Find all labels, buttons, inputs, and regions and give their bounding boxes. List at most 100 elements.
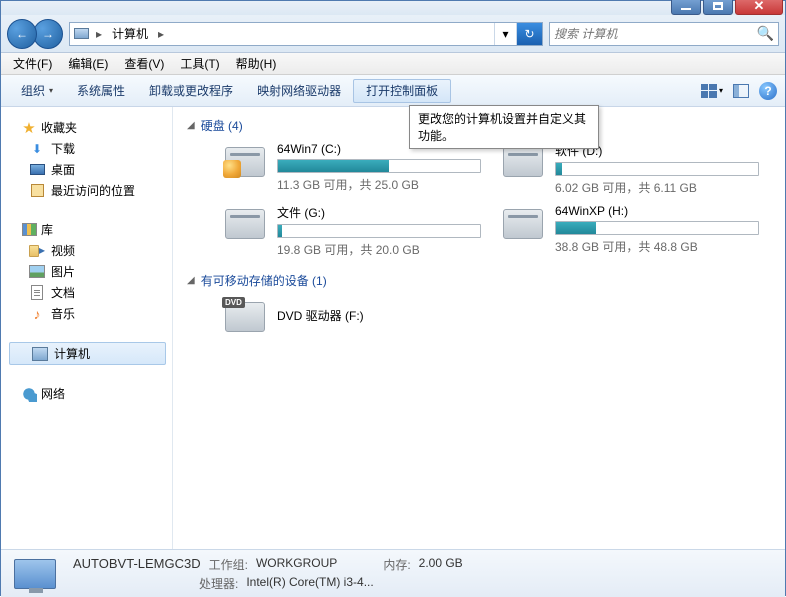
refresh-button[interactable]: ↻ [516, 23, 542, 45]
maximize-icon [713, 2, 723, 10]
tool-uninstall[interactable]: 卸载或更改程序 [137, 79, 245, 103]
removable-container: DVD 驱动器 (F:) [223, 297, 771, 337]
navigation-row: ← → ▸ 计算机 ▸ ▾ ↻ 🔍 [1, 15, 785, 53]
tool-controlpanel[interactable]: 打开控制面板 [353, 79, 451, 103]
menu-bar: 文件(F) 编辑(E) 查看(V) 工具(T) 帮助(H) [1, 53, 785, 75]
desktop-icon [29, 162, 45, 178]
drive-info: 64WinXP (H:) 38.8 GB 可用，共 48.8 GB [555, 204, 759, 258]
back-arrow-icon: ← [16, 27, 28, 41]
drive-icon [223, 297, 267, 337]
collapse-icon: ◢ [187, 120, 195, 131]
content-pane: ◢ 硬盘 (4) 64Win7 (C:) 11.3 GB 可用，共 25.0 G… [173, 107, 785, 549]
forward-arrow-icon: → [42, 27, 54, 41]
drive-progress [277, 224, 481, 238]
status-line-2: 处理器: Intel(R) Core(TM) i3-4... [73, 575, 463, 592]
drive-info: DVD 驱动器 (F:) [277, 297, 481, 337]
tree-item-pictures[interactable]: 图片 [7, 261, 172, 282]
drive-progress [555, 221, 759, 235]
toolbar: 组织 系统属性 卸载或更改程序 映射网络驱动器 打开控制面板 ▾ ? 更改您的计… [1, 75, 785, 107]
maximize-button[interactable] [703, 0, 733, 15]
tree-head-libraries[interactable]: 库 [7, 219, 172, 240]
item-label: 网络 [41, 385, 65, 402]
address-bar[interactable]: ▸ 计算机 ▸ ▾ ↻ [69, 22, 543, 46]
workgroup-label: 工作组: [209, 556, 248, 573]
tool-properties[interactable]: 系统属性 [65, 79, 137, 103]
tree-item-desktop[interactable]: 桌面 [7, 159, 172, 180]
search-bar[interactable]: 🔍 [549, 22, 779, 46]
drive-d[interactable]: 软件 (D:) 6.02 GB 可用，共 6.11 GB [501, 142, 759, 196]
cpu-value: Intel(R) Core(TM) i3-4... [246, 575, 373, 592]
drive-icon [501, 204, 545, 244]
drives-container: 64Win7 (C:) 11.3 GB 可用，共 25.0 GB 软件 (D:)… [223, 142, 771, 258]
computer-icon [74, 28, 89, 39]
view-mode-button[interactable]: ▾ [701, 84, 723, 98]
breadcrumb-separator[interactable]: ▸ [92, 27, 106, 41]
navigation-pane: ★ 收藏夹 ⬇ 下载 桌面 最近访问的位置 库 [1, 107, 173, 549]
hdd-icon [225, 147, 265, 177]
back-button[interactable]: ← [7, 19, 37, 49]
dvd-icon [225, 302, 265, 332]
section-head-removable[interactable]: ◢ 有可移动存储的设备 (1) [187, 272, 771, 289]
tool-organize[interactable]: 组织 [9, 79, 65, 103]
tree-item-documents[interactable]: 文档 [7, 282, 172, 303]
menu-help[interactable]: 帮助(H) [228, 53, 285, 74]
drive-dvd[interactable]: DVD 驱动器 (F:) [223, 297, 481, 337]
menu-view[interactable]: 查看(V) [116, 53, 172, 74]
libraries-label: 库 [41, 221, 53, 238]
monitor-icon [14, 559, 56, 589]
chevron-down-icon: ▾ [719, 86, 723, 95]
address-dropdown[interactable]: ▾ [494, 23, 516, 45]
drive-h[interactable]: 64WinXP (H:) 38.8 GB 可用，共 48.8 GB [501, 204, 759, 258]
close-button[interactable]: ✕ [735, 0, 783, 15]
tree-item-recent[interactable]: 最近访问的位置 [7, 180, 172, 201]
tool-mapdrive[interactable]: 映射网络驱动器 [245, 79, 353, 103]
hdd-icon [503, 209, 543, 239]
music-icon: ♪ [29, 306, 45, 322]
network-icon [21, 386, 37, 402]
breadcrumb-separator[interactable]: ▸ [154, 27, 168, 41]
forward-button[interactable]: → [33, 19, 63, 49]
minimize-icon [681, 8, 691, 10]
star-icon: ★ [21, 120, 37, 136]
tree-item-video[interactable]: 视频 [7, 240, 172, 261]
drive-name: 64WinXP (H:) [555, 204, 759, 218]
preview-pane-button[interactable] [733, 84, 749, 98]
item-label: 文档 [51, 284, 75, 301]
search-input[interactable] [554, 27, 757, 41]
breadcrumb-computer[interactable]: 计算机 [106, 23, 154, 45]
documents-icon [29, 285, 45, 301]
item-label: 下载 [51, 140, 75, 157]
tree-item-downloads[interactable]: ⬇ 下载 [7, 138, 172, 159]
grid-icon [701, 84, 717, 98]
tree-item-computer[interactable]: 计算机 [9, 342, 166, 365]
item-label: 计算机 [54, 345, 90, 362]
minimize-button[interactable] [671, 0, 701, 15]
help-button[interactable]: ? [759, 82, 777, 100]
section-label: 硬盘 (4) [201, 117, 243, 134]
drive-g[interactable]: 文件 (G:) 19.8 GB 可用，共 20.0 GB [223, 204, 481, 258]
menu-file[interactable]: 文件(F) [5, 53, 60, 74]
drive-c[interactable]: 64Win7 (C:) 11.3 GB 可用，共 25.0 GB [223, 142, 481, 196]
drive-stats: 38.8 GB 可用，共 48.8 GB [555, 238, 759, 255]
computer-name: AUTOBVT-LEMGC3D [73, 556, 201, 573]
menu-edit[interactable]: 编辑(E) [60, 53, 116, 74]
computer-icon [32, 346, 48, 362]
tree-item-network[interactable]: 网络 [7, 383, 172, 404]
controlpanel-tooltip: 更改您的计算机设置并自定义其功能。 [409, 105, 599, 149]
status-line-1: AUTOBVT-LEMGC3D 工作组: WORKGROUP 内存: 2.00 … [73, 556, 463, 573]
item-label: 音乐 [51, 305, 75, 322]
search-icon[interactable]: 🔍 [757, 25, 774, 42]
tree-item-music[interactable]: ♪ 音乐 [7, 303, 172, 324]
status-text: AUTOBVT-LEMGC3D 工作组: WORKGROUP 内存: 2.00 … [73, 556, 463, 592]
status-computer-icon [11, 556, 59, 592]
toolbar-right-icons: ▾ ? [701, 82, 777, 100]
address-icon [70, 23, 92, 45]
tree-head-favorites[interactable]: ★ 收藏夹 [7, 117, 172, 138]
menu-tools[interactable]: 工具(T) [172, 53, 227, 74]
drive-fill [278, 225, 282, 237]
drive-fill [556, 222, 596, 234]
drive-progress [555, 162, 759, 176]
collapse-icon: ◢ [187, 275, 195, 286]
close-icon: ✕ [754, 0, 765, 14]
status-bar: AUTOBVT-LEMGC3D 工作组: WORKGROUP 内存: 2.00 … [1, 549, 785, 597]
